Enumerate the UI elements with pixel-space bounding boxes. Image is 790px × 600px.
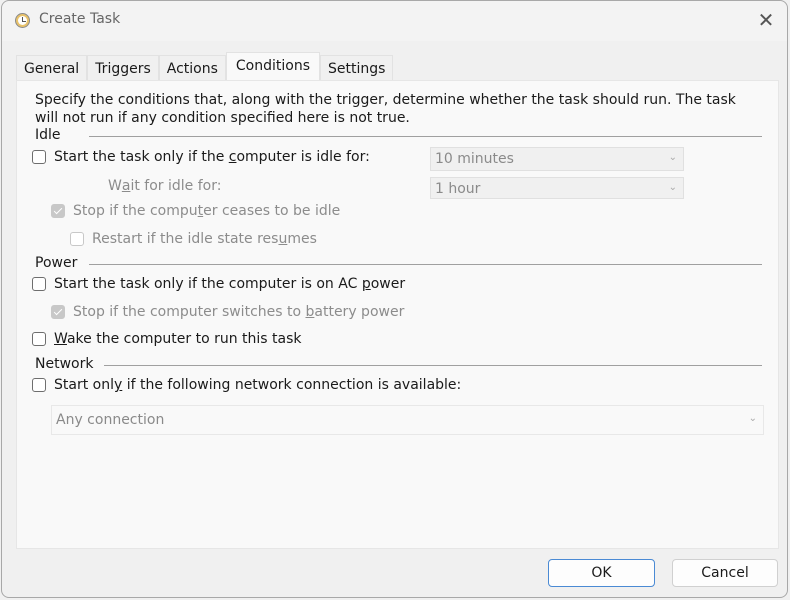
wait-for-idle-label: Wa it for idle for:: [108, 178, 221, 194]
tab-actions[interactable]: Actions: [158, 55, 226, 82]
access-key: u: [278, 231, 288, 247]
access-key: p: [361, 276, 371, 292]
cancel-button[interactable]: Cancel: [672, 559, 778, 587]
idle-duration-value: 10 minutes: [435, 151, 514, 167]
clock-icon: [15, 13, 30, 28]
tab-general[interactable]: General: [16, 55, 88, 82]
label-part: if the following network connection is a…: [122, 377, 462, 393]
idle-divider: [89, 136, 762, 137]
checkbox-box[interactable]: [70, 232, 84, 246]
label-part: it for idle for:: [130, 178, 222, 194]
power-divider: [89, 264, 762, 265]
label-part: omputer is idle for:: [236, 149, 370, 165]
checkbox-box[interactable]: [51, 204, 65, 218]
network-group-label: Network: [35, 356, 94, 372]
start-if-idle-checkbox[interactable]: Start the task only if the computer is i…: [32, 149, 370, 165]
checkbox-box[interactable]: [32, 277, 46, 291]
label-part: mes: [287, 231, 317, 247]
network-condition-label: Start only if the following network conn…: [54, 377, 461, 393]
stop-on-battery-checkbox[interactable]: Stop if the computer switches to battery…: [51, 304, 404, 320]
tab-settings[interactable]: Settings: [320, 55, 394, 82]
conditions-panel: Specify the conditions that, along with …: [16, 80, 779, 549]
title-bar: Create Task ✕: [2, 1, 787, 41]
wait-duration-combo[interactable]: 1 hour ⌄: [430, 177, 684, 199]
access-key: a: [121, 178, 131, 194]
network-connection-value: Any connection: [56, 412, 165, 428]
idle-group-label: Idle: [35, 127, 61, 143]
wake-computer-checkbox[interactable]: Wake the computer to run this task: [32, 331, 302, 347]
label-part: Start onl: [54, 377, 114, 393]
ac-power-checkbox[interactable]: Start the task only if the computer is o…: [32, 276, 405, 292]
idle-duration-combo[interactable]: 10 minutes ⌄: [430, 147, 684, 171]
label-part: Stop if the computer switches to: [73, 304, 306, 320]
ac-power-label: Start the task only if the computer is o…: [54, 276, 405, 292]
chevron-down-icon: ⌄: [668, 182, 677, 193]
checkbox-box[interactable]: [51, 305, 65, 319]
label-part: er ceases to be idle: [203, 203, 341, 219]
label-part: ake the computer to run this task: [66, 331, 302, 347]
wake-computer-label: Wake the computer to run this task: [54, 331, 302, 347]
network-condition-checkbox[interactable]: Start only if the following network conn…: [32, 377, 461, 393]
description-text: Specify the conditions that, along with …: [35, 92, 736, 126]
window-title: Create Task: [39, 11, 121, 27]
wait-duration-value: 1 hour: [435, 181, 481, 197]
ok-button[interactable]: OK: [548, 559, 655, 587]
chevron-down-icon: ⌄: [748, 413, 757, 424]
restart-if-resumes-label: Restart if the idle state resumes: [92, 231, 317, 247]
network-divider: [104, 365, 762, 366]
label-part: attery power: [314, 304, 405, 320]
create-task-dialog: Create Task ✕ General Triggers Actions C…: [1, 0, 788, 598]
checkbox-box[interactable]: [32, 332, 46, 346]
stop-if-ceases-checkbox[interactable]: Stop if the computer ceases to be idle: [51, 203, 340, 219]
label-part: Stop if the compu: [73, 203, 198, 219]
network-connection-combo[interactable]: Any connection ⌄: [51, 405, 764, 435]
label-part: W: [108, 178, 122, 194]
access-key: W: [54, 331, 67, 347]
power-group-label: Power: [35, 255, 78, 271]
close-button[interactable]: ✕: [755, 9, 777, 31]
restart-if-resumes-checkbox[interactable]: Restart if the idle state resumes: [70, 231, 317, 247]
label-part: ower: [370, 276, 406, 292]
label-part: Start the task only if the: [54, 149, 229, 165]
tab-bar: General Triggers Actions Conditions Sett…: [16, 52, 394, 82]
checkbox-box[interactable]: [32, 150, 46, 164]
stop-on-battery-label: Stop if the computer switches to battery…: [73, 304, 404, 320]
label-part: Restart if the idle state res: [92, 231, 279, 247]
chevron-down-icon: ⌄: [668, 152, 677, 163]
tab-conditions[interactable]: Conditions: [225, 52, 321, 82]
tab-triggers[interactable]: Triggers: [87, 55, 159, 82]
start-if-idle-label: Start the task only if the computer is i…: [54, 149, 370, 165]
checkbox-box[interactable]: [32, 378, 46, 392]
stop-if-ceases-label: Stop if the computer ceases to be idle: [73, 203, 340, 219]
label-part: Start the task only if the computer is o…: [54, 276, 362, 292]
